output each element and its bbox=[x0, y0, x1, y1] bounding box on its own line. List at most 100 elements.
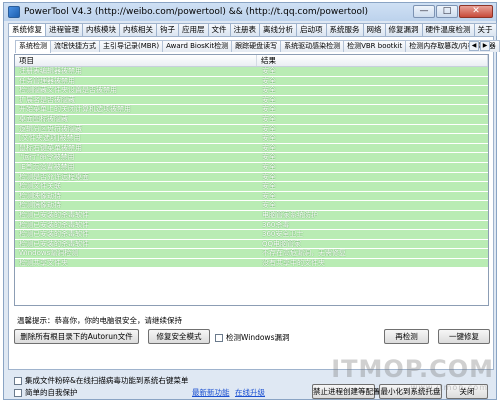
subtab-mbr[interactable]: 主引导记录(MBR) bbox=[99, 40, 164, 52]
table-row[interactable]: 扩展名是否被隐藏 安全 bbox=[15, 95, 488, 106]
tab-about[interactable]: 关于 bbox=[473, 23, 497, 36]
row-item: 检测已安装的杀毒软件 bbox=[19, 239, 89, 248]
table-row[interactable]: 鼠标右键菜单被禁用 安全 bbox=[15, 143, 488, 154]
tab-network[interactable]: 网络 bbox=[362, 23, 386, 36]
row-item: 检测已安装的杀毒软件 bbox=[19, 230, 89, 239]
table-row[interactable]: [文件夹选项]被禁用 安全 bbox=[15, 134, 488, 144]
tab-app-layer[interactable]: 应用层 bbox=[178, 23, 209, 36]
row-result: 安全 bbox=[262, 153, 276, 162]
sub-tab-bar: 系统检测 流氓快捷方式 主引导记录(MBR) Award BiosKit检测 跟… bbox=[15, 40, 500, 54]
tab-offline-analysis[interactable]: 离线分析 bbox=[259, 23, 297, 36]
subtab-award-bioskit[interactable]: Award BiosKit检测 bbox=[162, 40, 233, 52]
table-row[interactable]: 检测隐藏文件夹设置是否被禁用 安全 bbox=[15, 86, 488, 96]
checkbox-box[interactable] bbox=[14, 376, 22, 385]
table-row[interactable]: 检测映像劫持 安全 bbox=[15, 191, 488, 202]
row-item: 逻辑分区盘符被隐藏 bbox=[19, 124, 82, 133]
subtab-driver-infection[interactable]: 系统驱动感染检测 bbox=[280, 40, 345, 52]
new-features-link[interactable]: 最新新功能 bbox=[192, 387, 230, 398]
checkbox-label: 简单的自我保护 bbox=[25, 388, 78, 397]
forbid-process-config-button[interactable]: 禁止进程创建等配置 bbox=[312, 384, 381, 399]
row-item: 检测是否允许远程桌面 bbox=[19, 172, 89, 181]
checkbox-box[interactable] bbox=[215, 333, 223, 342]
tab-patch-vulns[interactable]: 修复漏洞 bbox=[384, 23, 423, 36]
row-result: 安全 bbox=[262, 76, 276, 85]
subtab-rogue-shortcuts[interactable]: 流氓快捷方式 bbox=[50, 40, 100, 52]
table-row[interactable]: 检测镜像劫持 安全 bbox=[15, 201, 488, 211]
table-row[interactable]: Windows漏洞检测 不存在高危漏洞，无需修复 bbox=[15, 249, 488, 259]
row-item: 检测映像劫持 bbox=[19, 191, 61, 200]
table-row[interactable]: 桌面图标被隐藏 安全 bbox=[15, 114, 488, 125]
check-results-list[interactable]: 项目 结果 注册表编辑器被禁用 安全 任务管理器被禁用 安全 检测隐藏文件夹设置是否被禁… bbox=[14, 54, 489, 306]
column-header-result[interactable]: 结果 bbox=[257, 55, 488, 66]
row-item: IE首页设置被禁用 bbox=[19, 162, 75, 171]
row-result: 电脑管家系统防护 bbox=[262, 210, 318, 219]
checkbox-label: 集成文件粉碎&在线扫描病毒功能到系统右键菜单 bbox=[25, 376, 189, 385]
row-item: 扩展名是否被隐藏 bbox=[19, 95, 75, 104]
row-result: 安全 bbox=[262, 182, 276, 191]
table-row[interactable]: 检测已安装的杀毒软件 电脑管家系统防护 bbox=[15, 210, 488, 221]
tab-system-repair[interactable]: 系统修复 bbox=[8, 23, 46, 37]
table-row[interactable]: 逻辑分区盘符被隐藏 安全 bbox=[15, 124, 488, 135]
column-header-item[interactable]: 项目 bbox=[15, 55, 257, 66]
title-bar[interactable]: PowerTool V4.3 (http://weibo.com/powerto… bbox=[4, 3, 496, 21]
row-result: 安全 bbox=[262, 172, 276, 181]
row-result: 安全 bbox=[262, 105, 276, 114]
tab-kernel-related[interactable]: 内核相关 bbox=[119, 23, 157, 36]
subtab-vbr-bootkit[interactable]: 检测VBR bootkit bbox=[343, 40, 407, 52]
online-upgrade-link[interactable]: 在线升级 bbox=[235, 387, 265, 398]
table-row[interactable]: 检测已安装的杀毒软件 360杀毒 bbox=[15, 220, 488, 231]
row-item: 检测已安装的杀毒软件 bbox=[19, 220, 89, 229]
close-icon[interactable]: ✕ bbox=[459, 5, 493, 18]
table-row[interactable]: 检测已安装的杀毒软件 360安全卫士 bbox=[15, 230, 488, 240]
table-row[interactable]: 检测已安装的杀毒软件 QQ电脑管家 bbox=[15, 239, 488, 250]
maximize-icon[interactable]: □ bbox=[436, 5, 458, 18]
self-protect-checkbox[interactable]: 简单的自我保护 bbox=[14, 387, 78, 398]
chevron-right-icon[interactable]: ▶ bbox=[480, 41, 490, 51]
main-tab-bar: 系统修复 进程管理 内核模块 内核相关 钩子 应用层 文件 注册表 离线分析 启… bbox=[8, 23, 497, 37]
repair-safe-mode-button[interactable]: 修复安全模式 bbox=[148, 329, 210, 344]
checkbox-box[interactable] bbox=[14, 388, 22, 397]
tab-scroll-buttons: ◀ ▶ bbox=[469, 41, 490, 51]
row-item: "运行"命令被禁用 bbox=[19, 153, 75, 162]
subtab-system-check[interactable]: 系统检测 bbox=[15, 40, 51, 53]
tab-startup[interactable]: 启动项 bbox=[296, 23, 327, 36]
table-row[interactable]: IE首页设置被禁用 安全 bbox=[15, 162, 488, 173]
table-row[interactable]: 检测共享文件夹 没有共享中的文件夹 bbox=[15, 258, 488, 269]
row-item: 检测已安装的杀毒软件 bbox=[19, 210, 89, 219]
tab-registry[interactable]: 注册表 bbox=[229, 23, 260, 36]
table-row[interactable]: 开始菜单上的关闭计算机选项被禁用 安全 bbox=[15, 105, 488, 115]
subtab-disk-trace[interactable]: 跟踪硬盘读写 bbox=[231, 40, 282, 52]
table-row[interactable]: 注册表编辑器被禁用 安全 bbox=[15, 67, 488, 77]
table-row[interactable]: 检测文件关联 安全 bbox=[15, 182, 488, 192]
tab-kernel-modules[interactable]: 内核模块 bbox=[82, 23, 120, 36]
row-result: 安全 bbox=[262, 162, 276, 171]
table-row[interactable]: 检测是否允许远程桌面 安全 bbox=[15, 172, 488, 183]
tab-process[interactable]: 进程管理 bbox=[45, 23, 83, 36]
window-title: PowerTool V4.3 (http://weibo.com/powerto… bbox=[24, 7, 369, 17]
row-result: 没有共享中的文件夹 bbox=[262, 258, 325, 267]
tab-services[interactable]: 系统服务 bbox=[325, 23, 364, 36]
checkbox-label: 检测Windows漏洞 bbox=[226, 333, 290, 342]
app-icon bbox=[8, 6, 20, 18]
list-header: 项目 结果 bbox=[15, 55, 488, 67]
row-result: 不存在高危漏洞，无需修复 bbox=[262, 249, 346, 258]
table-row[interactable]: 任务管理器被禁用 安全 bbox=[15, 76, 488, 87]
row-result: 安全 bbox=[262, 67, 276, 75]
recheck-button[interactable]: 再检测 bbox=[384, 329, 429, 344]
tab-hooks[interactable]: 钩子 bbox=[156, 23, 179, 36]
one-click-repair-button[interactable]: 一键修复 bbox=[438, 329, 490, 344]
row-result: QQ电脑管家 bbox=[262, 239, 302, 248]
detect-windows-vuln-checkbox[interactable]: 检测Windows漏洞 bbox=[215, 332, 289, 343]
watermark-url: www.itmop.com bbox=[410, 383, 488, 392]
chevron-left-icon[interactable]: ◀ bbox=[469, 41, 479, 51]
row-item: 开始菜单上的关闭计算机选项被禁用 bbox=[19, 105, 131, 114]
row-item: Windows漏洞检测 bbox=[19, 249, 79, 258]
table-row[interactable]: "运行"命令被禁用 安全 bbox=[15, 153, 488, 163]
delete-autorun-button[interactable]: 删除所有根目录下的Autorun文件 bbox=[14, 329, 139, 344]
row-result: 360安全卫士 bbox=[262, 230, 304, 239]
integrate-context-menu-checkbox[interactable]: 集成文件粉碎&在线扫描病毒功能到系统右键菜单 bbox=[14, 375, 188, 386]
window-controls: — □ ✕ bbox=[413, 5, 493, 18]
minimize-icon[interactable]: — bbox=[413, 5, 435, 18]
tab-files[interactable]: 文件 bbox=[207, 23, 231, 36]
tab-hardware-temp[interactable]: 硬件温度检测 bbox=[421, 23, 475, 36]
